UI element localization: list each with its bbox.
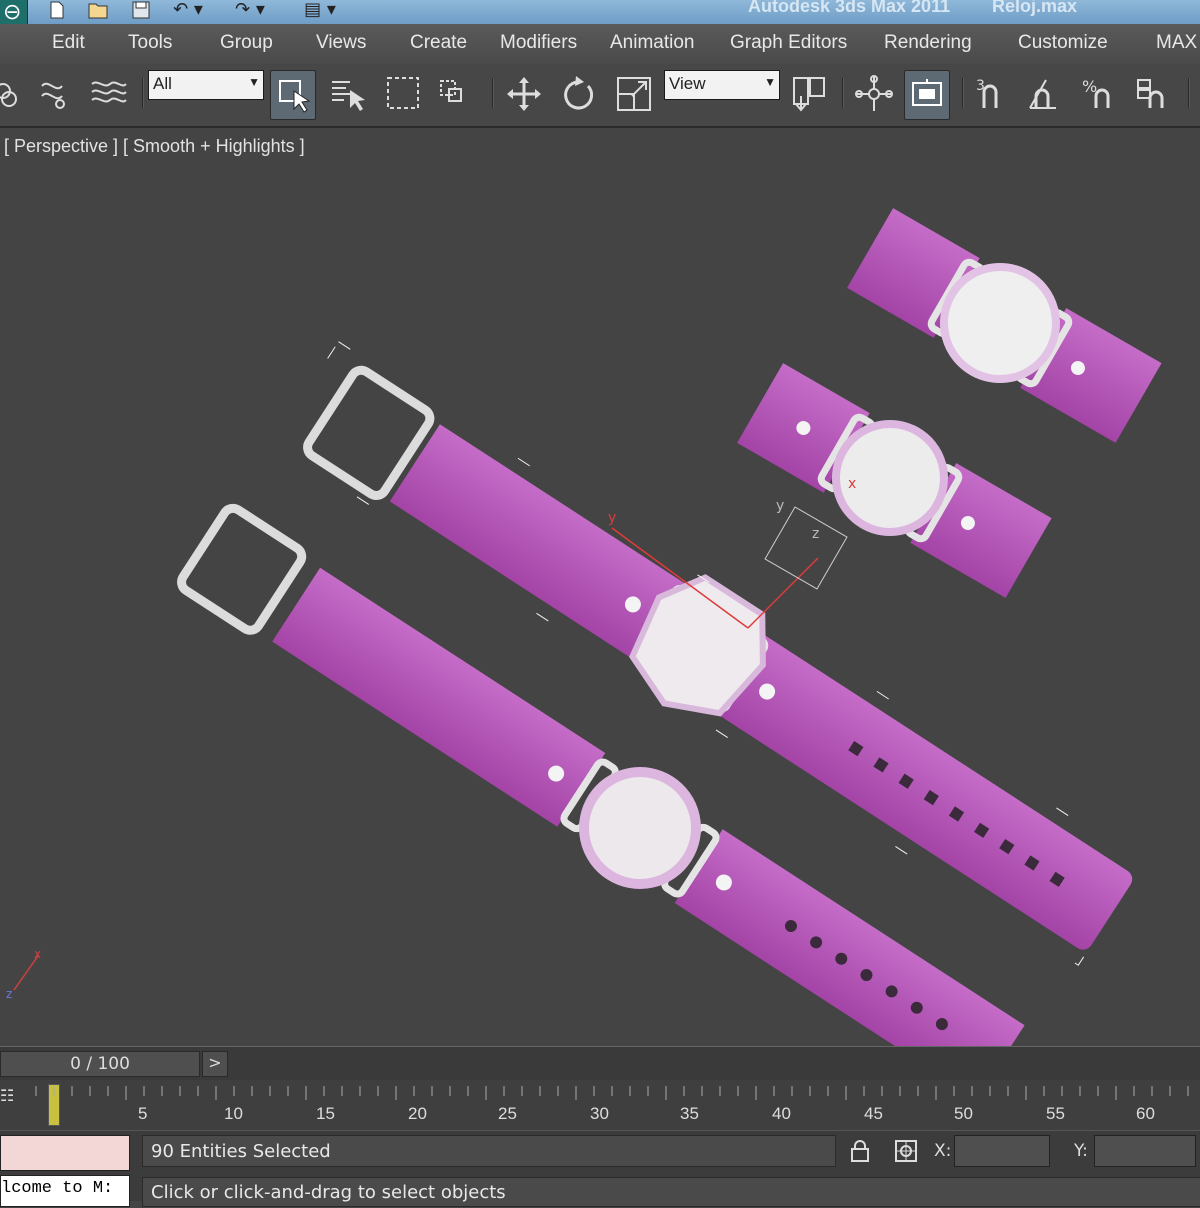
menu-customize[interactable]: Customize [1018, 32, 1108, 54]
tick-label: 55 [1046, 1104, 1065, 1123]
app-logo-icon: ⊖ [3, 0, 22, 24]
snaps-toggle-icon[interactable]: 3 [966, 70, 1010, 118]
gizmo-y-label-2: y [776, 498, 784, 514]
menu-modifiers[interactable]: Modifiers [500, 32, 577, 54]
track-bar[interactable]: ☷ 5 10 15 20 25 30 35 40 45 50 55 60 [0, 1080, 1200, 1130]
chevron-down-icon: ▼ [248, 75, 260, 89]
rectangular-selection-icon[interactable] [382, 70, 426, 118]
redo-icon[interactable]: ↷ ▾ [228, 0, 272, 22]
watch-model[interactable] [733, 356, 1055, 605]
spinner-snap-icon[interactable] [1130, 70, 1174, 118]
tripod-x-label: x [34, 947, 41, 961]
percent-snap-icon[interactable]: % [1076, 70, 1120, 118]
menu-views[interactable]: Views [316, 32, 366, 54]
time-slider[interactable]: 0 / 100 > [0, 1046, 1200, 1081]
tick-label: 30 [590, 1104, 609, 1123]
new-file-icon[interactable] [44, 0, 70, 22]
menu-maxscript[interactable]: MAX [1156, 32, 1197, 54]
toolbar-separator [962, 78, 964, 108]
gizmo-y-label: y [608, 510, 616, 526]
tick-label: 15 [316, 1104, 335, 1123]
select-by-name-icon[interactable] [326, 70, 370, 118]
gizmo-x-label: x [848, 476, 856, 492]
menu-bar: Edit Tools Group Views Create Modifiers … [0, 24, 1200, 65]
toolbar-separator [842, 78, 844, 108]
menu-rendering[interactable]: Rendering [884, 32, 972, 54]
toolbar-separator [142, 78, 144, 108]
x-coord-label: X: [934, 1141, 952, 1161]
space-warp-icon[interactable] [86, 70, 130, 118]
maxscript-listener-output[interactable] [0, 1135, 130, 1171]
tick-label: 20 [408, 1104, 427, 1123]
mini-curve-editor-icon[interactable]: ☷ [0, 1086, 22, 1120]
unlink-icon[interactable] [0, 70, 28, 118]
reference-coordinate-dropdown[interactable]: View ▼ [664, 70, 780, 100]
svg-text:%: % [1082, 77, 1097, 96]
menu-edit[interactable]: Edit [52, 32, 85, 54]
absolute-mode-transform-icon[interactable] [892, 1137, 920, 1165]
status-bar: lcome to M: 90 Entities Selected X: Y: C… [0, 1130, 1200, 1207]
selection-filter-dropdown[interactable]: All ▼ [148, 70, 264, 100]
gizmo-z-label: z [812, 526, 819, 542]
menu-tools[interactable]: Tools [128, 32, 172, 54]
keyboard-shortcut-override-icon[interactable] [904, 70, 950, 120]
window-crossing-icon[interactable] [430, 70, 474, 118]
angle-snap-icon[interactable] [1020, 70, 1064, 118]
track-ticks [35, 1086, 1189, 1100]
tick-label: 5 [138, 1104, 148, 1123]
tick-label: 50 [954, 1104, 973, 1123]
open-file-icon[interactable] [86, 0, 112, 22]
watch-model[interactable] [842, 200, 1166, 452]
tick-label: 35 [680, 1104, 699, 1123]
prompt-line: Click or click-and-drag to select object… [142, 1177, 1200, 1207]
reference-coordinate-value: View [669, 74, 706, 93]
toolbar-separator [1188, 78, 1190, 108]
scale-icon[interactable] [612, 70, 656, 118]
tripod-z-label: z [6, 987, 12, 1001]
tick-label: 60 [1136, 1104, 1155, 1123]
tick-label: 45 [864, 1104, 883, 1123]
chevron-down-icon: ▼ [764, 75, 776, 89]
bind-space-warp-icon[interactable] [32, 70, 76, 118]
app-title: Autodesk 3ds Max 2011 [748, 0, 951, 16]
tick-label: 10 [224, 1104, 243, 1123]
project-folder-icon[interactable]: ▤ ▾ [290, 0, 350, 22]
selection-filter-value: All [153, 74, 172, 93]
title-bar: ⊖ ↶ ▾ ↷ ▾ ▤ ▾ Autodesk 3ds Max 2011 Relo… [0, 0, 1200, 36]
main-toolbar: All ▼ View ▼ 3 % [0, 64, 1200, 128]
maxscript-listener-input[interactable]: lcome to M: [0, 1175, 130, 1207]
menu-create[interactable]: Create [410, 32, 467, 54]
undo-icon[interactable]: ↶ ▾ [166, 0, 210, 22]
file-title: Reloj.max [992, 0, 1078, 16]
tick-label: 25 [498, 1104, 517, 1123]
manipulate-icon[interactable] [852, 70, 896, 118]
time-slider-thumb[interactable]: 0 / 100 [0, 1051, 200, 1077]
y-coord-field[interactable] [1094, 1135, 1196, 1167]
toolbar-separator [492, 78, 494, 108]
menu-animation[interactable]: Animation [610, 32, 695, 54]
y-coord-label: Y: [1074, 1141, 1088, 1161]
perspective-viewport[interactable]: [ Perspective ] [ Smooth + Highlights ] [0, 128, 1200, 1046]
viewport-scene: y y z x x z [6, 200, 1166, 1046]
pivot-center-icon[interactable] [786, 70, 830, 118]
next-frame-button[interactable]: > [202, 1051, 228, 1077]
x-coord-field[interactable] [954, 1135, 1050, 1167]
select-object-button[interactable] [270, 70, 316, 120]
rotate-icon[interactable] [556, 70, 600, 118]
menu-group[interactable]: Group [220, 32, 273, 54]
lock-selection-icon[interactable] [846, 1137, 874, 1165]
menu-graph-editors[interactable]: Graph Editors [730, 32, 847, 54]
selection-status: 90 Entities Selected [142, 1135, 836, 1167]
axis-tripod-icon: x z [6, 947, 41, 1001]
move-icon[interactable] [502, 70, 546, 118]
tick-label: 40 [772, 1104, 791, 1123]
save-file-icon[interactable] [128, 0, 154, 22]
